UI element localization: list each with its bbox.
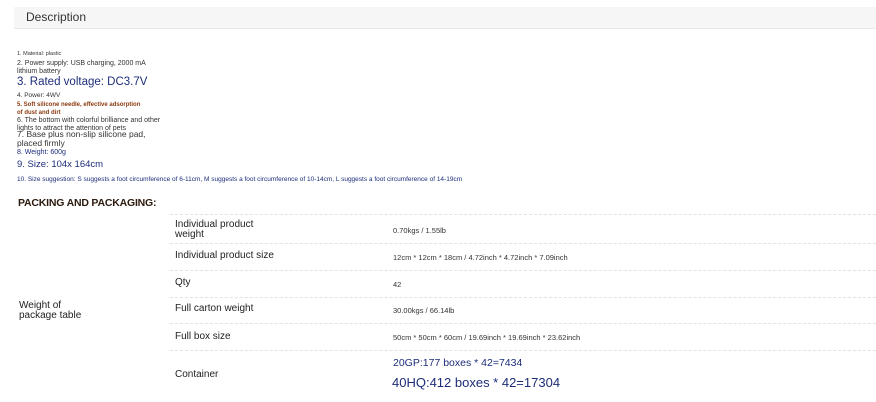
row-label-qty: Qty — [175, 277, 191, 288]
row-label-full-carton-weight: Full carton weight — [175, 303, 254, 314]
row-divider — [170, 350, 876, 351]
row-value-full-carton-weight: 30.00kgs / 66.14lb — [393, 306, 455, 315]
row-divider — [170, 243, 876, 244]
row-value-container-20gp: 20GP:177 boxes * 42=7434 — [393, 357, 523, 369]
row-divider — [170, 323, 876, 324]
spec-bottom-lights: 6. The bottom with colorful brilliance a… — [17, 117, 161, 124]
row-label-full-box-size: Full box size — [175, 331, 231, 342]
row-value-full-box-size: 50cm * 50cm * 60cm / 19.69inch * 19.69in… — [393, 333, 581, 342]
row-label-line: weight — [175, 229, 204, 240]
row-divider — [170, 214, 876, 215]
row-divider — [170, 297, 876, 298]
description-tab-label: Description — [26, 10, 87, 24]
weight-of-package-label: Weight of package table — [19, 301, 81, 321]
spec-power-supply: 2. Power supply: USB charging, 2000 mA — [17, 60, 146, 67]
row-divider — [170, 270, 876, 271]
row-label-container: Container — [175, 369, 219, 380]
spec-size-suggestion: 10. Size suggestion: S suggests a foot c… — [17, 176, 463, 183]
spec-silicone-needle-cont: of dust and dirt — [17, 110, 61, 116]
spec-power: 4. Power: 4WV — [17, 92, 61, 99]
row-value-individual-weight: 0.70kgs / 1.55lb — [393, 226, 446, 235]
row-value-individual-size: 12cm * 12cm * 18cm / 4.72inch * 4.72inch… — [393, 253, 568, 262]
row-value-container-40hq: 40HQ:412 boxes * 42=17304 — [392, 375, 561, 390]
spec-power-supply-cont: lithium battery — [17, 68, 61, 75]
spec-rated-voltage: 3. Rated voltage: DC3.7V — [17, 76, 148, 88]
spec-size: 9. Size: 104x 164cm — [17, 159, 104, 170]
spec-material: 1. Material: plastic — [17, 51, 62, 57]
row-label-individual-size: Individual product size — [175, 250, 274, 261]
row-label-individual-weight: Individual product weight — [175, 220, 253, 240]
row-value-qty: 42 — [393, 280, 402, 289]
spec-base-pad-cont: placed firmly — [17, 138, 65, 148]
spec-silicone-needle: 5. Soft silicone needle, effective adsor… — [17, 102, 141, 108]
description-tab[interactable]: Description — [14, 7, 876, 29]
package-table-label: package table — [19, 310, 82, 321]
spec-weight: 8. Weight: 600g — [17, 149, 66, 156]
packing-heading: PACKING AND PACKAGING: — [18, 197, 157, 209]
